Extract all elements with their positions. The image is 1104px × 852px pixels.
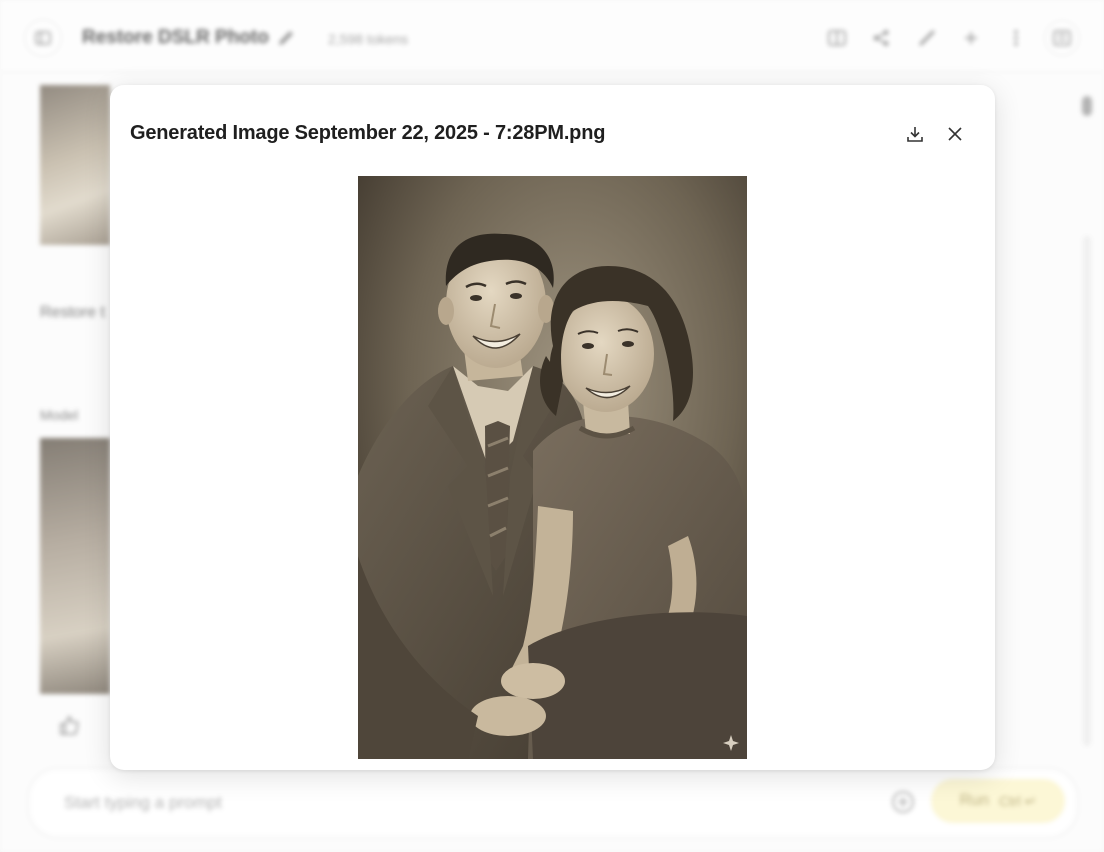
close-icon [948,127,962,141]
close-button[interactable] [942,121,968,147]
dialog-title: Generated Image September 22, 2025 - 7:2… [130,122,606,144]
image-preview-dialog: Generated Image September 22, 2025 - 7:2… [110,85,995,770]
download-button[interactable] [902,121,928,147]
generated-image [358,176,747,759]
download-icon [907,127,923,142]
